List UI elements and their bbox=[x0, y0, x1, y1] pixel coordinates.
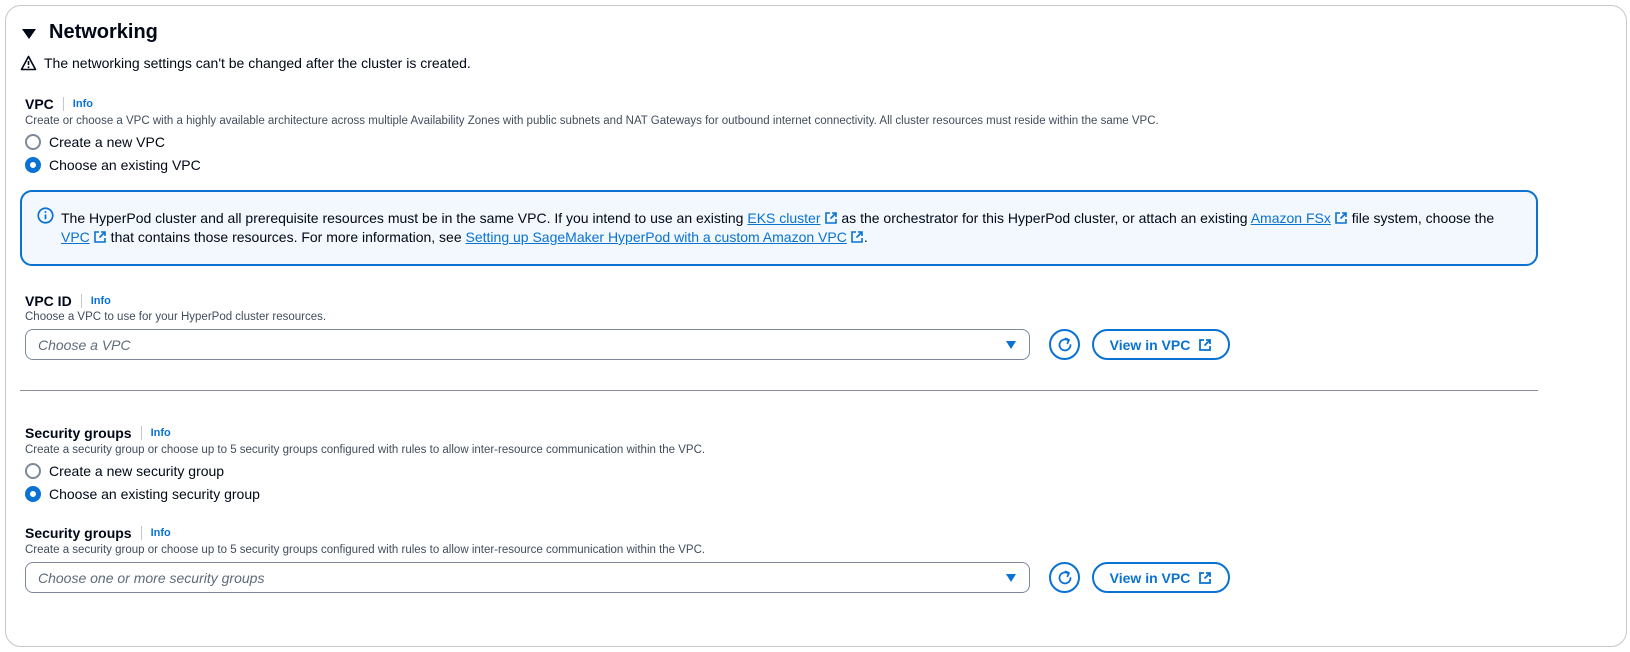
view-in-vpc-label: View in VPC bbox=[1109, 569, 1191, 586]
vpc-select-placeholder: Choose a VPC bbox=[38, 337, 131, 353]
security-groups-select-placeholder: Choose one or more security groups bbox=[38, 570, 265, 586]
warning-text: The networking settings can't be changed… bbox=[44, 55, 471, 71]
alert-text-part: . bbox=[863, 229, 868, 245]
vpc-link[interactable]: VPC bbox=[61, 229, 90, 245]
external-link-icon bbox=[1199, 571, 1212, 584]
radio-label: Choose an existing security group bbox=[49, 486, 260, 502]
caret-down-icon bbox=[22, 28, 36, 39]
external-link-icon bbox=[851, 231, 863, 243]
security-groups-select-label: Security groups bbox=[25, 525, 132, 541]
radio-button-selected[interactable] bbox=[25, 486, 41, 502]
vpc-id-info-link[interactable]: Info bbox=[91, 295, 111, 307]
security-groups-label-row: Security groups Info bbox=[25, 425, 171, 441]
setup-hyperpod-vpc-link[interactable]: Setting up SageMaker HyperPod with a cus… bbox=[466, 229, 847, 245]
vpc-select[interactable]: Choose a VPC bbox=[25, 329, 1030, 360]
label-separator bbox=[62, 97, 64, 111]
vpc-label: VPC bbox=[25, 96, 54, 112]
eks-cluster-link[interactable]: EKS cluster bbox=[747, 210, 820, 226]
section-title: Networking bbox=[49, 21, 158, 43]
alert-text: The HyperPod cluster and all prerequisit… bbox=[61, 209, 1501, 247]
radio-label: Choose an existing VPC bbox=[49, 157, 201, 173]
radio-button-selected[interactable] bbox=[25, 157, 41, 173]
alert-text-part: as the orchestrator for this HyperPod cl… bbox=[837, 210, 1251, 226]
vpc-id-description: Choose a VPC to use for your HyperPod cl… bbox=[25, 311, 327, 323]
networking-section-toggle[interactable]: Networking bbox=[22, 21, 158, 44]
info-icon bbox=[37, 207, 54, 224]
amazon-fsx-link[interactable]: Amazon FSx bbox=[1251, 210, 1331, 226]
refresh-vpc-button[interactable] bbox=[1049, 329, 1080, 360]
radio-choose-existing-vpc[interactable]: Choose an existing VPC bbox=[25, 157, 201, 173]
security-groups-select-info-link[interactable]: Info bbox=[151, 527, 171, 539]
warning-message: The networking settings can't be changed… bbox=[20, 55, 471, 71]
view-in-vpc-button[interactable]: View in VPC bbox=[1092, 329, 1230, 360]
refresh-security-groups-button[interactable] bbox=[1049, 562, 1080, 593]
view-in-vpc-security-groups-button[interactable]: View in VPC bbox=[1092, 562, 1230, 593]
label-separator bbox=[140, 526, 142, 540]
vpc-label-row: VPC Info bbox=[25, 96, 93, 112]
refresh-icon bbox=[1058, 337, 1071, 351]
label-separator bbox=[80, 294, 82, 308]
radio-choose-existing-security-group[interactable]: Choose an existing security group bbox=[25, 486, 260, 502]
radio-button[interactable] bbox=[25, 134, 41, 150]
external-link-icon bbox=[1335, 212, 1347, 224]
radio-button[interactable] bbox=[25, 463, 41, 479]
radio-label: Create a new security group bbox=[49, 463, 225, 479]
security-groups-select-description: Create a security group or choose up to … bbox=[25, 544, 706, 556]
security-groups-description: Create a security group or choose up to … bbox=[25, 444, 706, 456]
vpc-info-alert: The HyperPod cluster and all prerequisit… bbox=[20, 190, 1538, 266]
radio-label: Create a new VPC bbox=[49, 134, 165, 150]
vpc-id-label: VPC ID bbox=[25, 293, 72, 309]
alert-text-part: The HyperPod cluster and all prerequisit… bbox=[61, 210, 748, 226]
dropdown-caret-icon bbox=[1006, 341, 1016, 349]
alert-text-part: that contains those resources. For more … bbox=[106, 229, 466, 245]
vpc-description: Create or choose a VPC with a highly ava… bbox=[25, 115, 1159, 127]
view-in-vpc-label: View in VPC bbox=[1109, 336, 1191, 353]
radio-create-new-security-group[interactable]: Create a new security group bbox=[25, 463, 224, 479]
refresh-icon bbox=[1058, 570, 1071, 584]
security-groups-label: Security groups bbox=[25, 425, 132, 441]
alert-text-part: file system, choose the bbox=[1347, 210, 1495, 226]
section-divider bbox=[20, 390, 1538, 391]
security-groups-info-link[interactable]: Info bbox=[151, 427, 171, 439]
warning-icon bbox=[20, 55, 37, 71]
label-separator bbox=[140, 426, 142, 440]
dropdown-caret-icon bbox=[1006, 574, 1016, 582]
vpc-info-link[interactable]: Info bbox=[73, 98, 93, 110]
external-link-icon bbox=[93, 231, 106, 243]
security-groups-select[interactable]: Choose one or more security groups bbox=[25, 562, 1030, 593]
vpc-id-label-row: VPC ID Info bbox=[25, 293, 111, 309]
external-link-icon bbox=[1199, 338, 1212, 351]
security-groups-select-label-row: Security groups Info bbox=[25, 525, 171, 541]
external-link-icon bbox=[824, 212, 837, 224]
radio-create-new-vpc[interactable]: Create a new VPC bbox=[25, 134, 165, 150]
